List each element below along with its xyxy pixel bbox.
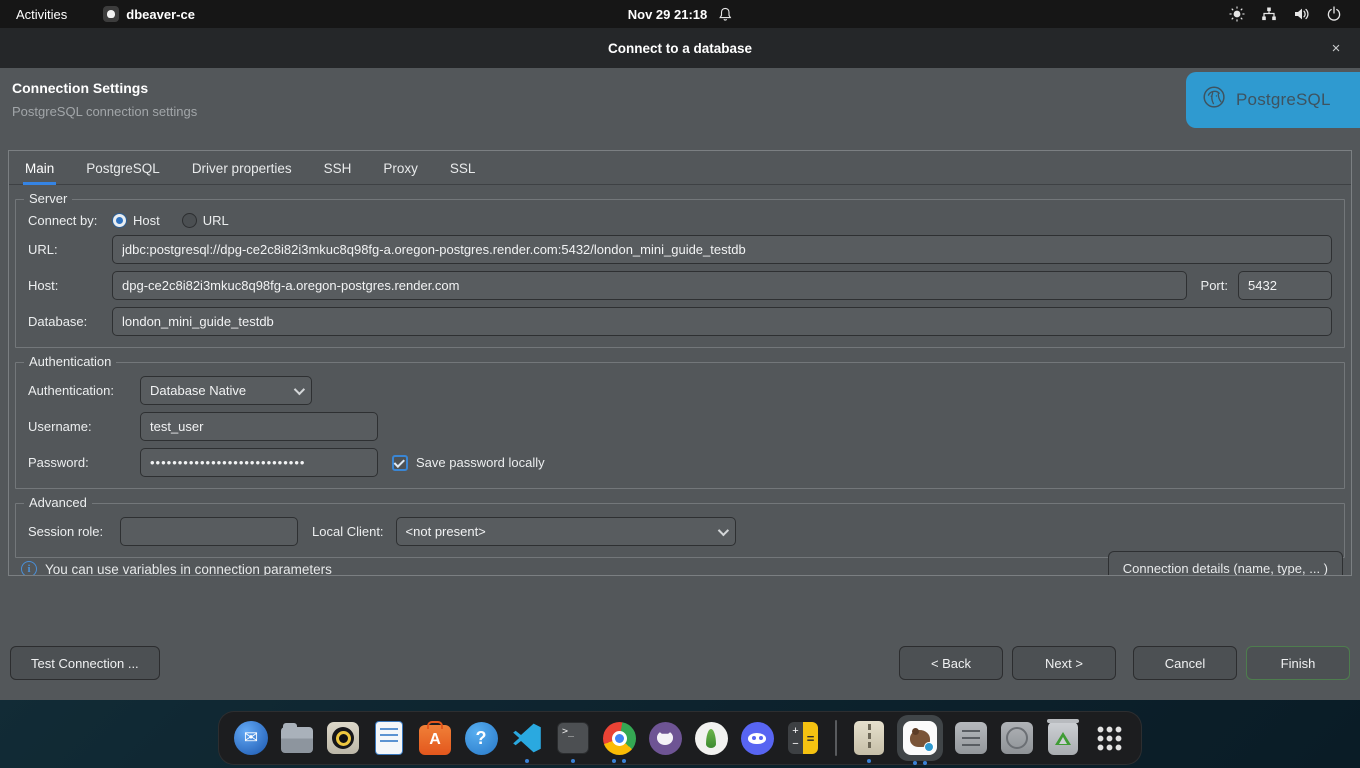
authentication-group-legend: Authentication <box>24 354 116 369</box>
info-row: i You can use variables in connection pa… <box>21 561 332 576</box>
dialog-title: Connect to a database <box>608 41 752 56</box>
power-icon <box>1326 6 1342 22</box>
close-icon[interactable]: × <box>1324 36 1348 60</box>
trash-icon[interactable] <box>1045 720 1081 756</box>
chrome-icon[interactable] <box>601 720 637 756</box>
files-icon[interactable] <box>279 720 315 756</box>
tab-driver-properties[interactable]: Driver properties <box>190 154 294 184</box>
authentication-dropdown-value: Database Native <box>150 383 246 398</box>
back-button[interactable]: < Back <box>899 646 1003 680</box>
preferences-icon[interactable] <box>953 720 989 756</box>
github-desktop-icon[interactable] <box>647 720 683 756</box>
dialog-button-bar: Test Connection ... < Back Next > Cancel… <box>0 634 1360 700</box>
host-label: Host: <box>28 278 112 293</box>
connect-to-database-dialog: Connect to a database × Connection Setti… <box>0 28 1360 700</box>
dock-separator <box>835 720 837 756</box>
info-text: You can use variables in connection para… <box>45 562 332 577</box>
database-input[interactable] <box>112 307 1332 336</box>
page-subtitle: PostgreSQL connection settings <box>12 104 1360 119</box>
dialog-header: Connection Settings PostgreSQL connectio… <box>0 68 1360 140</box>
discord-icon[interactable] <box>739 720 775 756</box>
dock: ✉ A ? >_ +−= <box>218 711 1142 765</box>
ubuntu-software-icon[interactable]: A <box>417 720 453 756</box>
radio-host-label[interactable]: Host <box>133 213 160 228</box>
focused-app-menu[interactable]: dbeaver-ce <box>103 6 195 22</box>
tab-postgresql[interactable]: PostgreSQL <box>84 154 162 184</box>
vscode-icon[interactable] <box>509 720 545 756</box>
server-group: Server Connect by: Host URL URL: Host: P… <box>15 199 1345 348</box>
postgresql-badge-label: PostgreSQL <box>1236 90 1331 110</box>
tab-ssh[interactable]: SSH <box>322 154 354 184</box>
app-grid-icon[interactable] <box>1091 720 1127 756</box>
local-client-label: Local Client: <box>312 524 384 539</box>
top-bar: Activities dbeaver-ce Nov 29 21:18 <box>0 0 1360 28</box>
page-title: Connection Settings <box>12 80 1360 96</box>
port-input[interactable] <box>1238 271 1332 300</box>
username-input[interactable] <box>140 412 378 441</box>
connect-by-label: Connect by: <box>28 213 112 228</box>
save-password-label[interactable]: Save password locally <box>416 455 545 470</box>
archive-manager-icon[interactable] <box>851 720 887 756</box>
activities-button[interactable]: Activities <box>16 7 67 22</box>
finish-button[interactable]: Finish <box>1246 646 1350 680</box>
tab-bar: Main PostgreSQL Driver properties SSH Pr… <box>9 151 1351 185</box>
url-input[interactable] <box>112 235 1332 264</box>
host-input[interactable] <box>112 271 1187 300</box>
dialog-titlebar: Connect to a database × <box>0 28 1360 68</box>
authentication-group: Authentication Authentication: Database … <box>15 362 1345 489</box>
dbeaver-icon[interactable] <box>897 715 943 761</box>
password-label: Password: <box>28 455 140 470</box>
password-input[interactable] <box>140 448 378 477</box>
system-status-area[interactable] <box>1229 6 1360 22</box>
postgresql-logo-badge: PostgreSQL <box>1186 72 1360 128</box>
dbeaver-mini-icon <box>103 6 119 22</box>
rhythmbox-icon[interactable] <box>325 720 361 756</box>
dialog-content: Main PostgreSQL Driver properties SSH Pr… <box>0 140 1360 634</box>
clock-text: Nov 29 21:18 <box>628 7 708 22</box>
brightness-icon <box>1229 6 1245 22</box>
url-label: URL: <box>28 242 112 257</box>
database-label: Database: <box>28 314 112 329</box>
username-label: Username: <box>28 419 140 434</box>
libreoffice-writer-icon[interactable] <box>371 720 407 756</box>
terminal-icon[interactable]: >_ <box>555 720 591 756</box>
chevron-down-icon <box>717 524 728 535</box>
local-client-dropdown-value: <not present> <box>406 524 486 539</box>
postgresql-elephant-icon <box>1200 83 1230 118</box>
focused-app-name: dbeaver-ce <box>126 7 195 22</box>
help-icon[interactable]: ? <box>463 720 499 756</box>
advanced-group-legend: Advanced <box>24 495 92 510</box>
test-connection-button[interactable]: Test Connection ... <box>10 646 160 680</box>
port-label: Port: <box>1201 278 1228 293</box>
info-icon: i <box>21 561 37 576</box>
desktop: ✉ A ? >_ +−= <box>0 711 1360 768</box>
thunderbird-icon[interactable]: ✉ <box>233 720 269 756</box>
disks-icon[interactable] <box>999 720 1035 756</box>
session-role-input[interactable] <box>120 517 298 546</box>
local-client-dropdown[interactable]: <not present> <box>396 517 736 546</box>
clock-menu[interactable]: Nov 29 21:18 <box>628 7 733 22</box>
mongodb-compass-icon[interactable] <box>693 720 729 756</box>
cancel-button[interactable]: Cancel <box>1133 646 1237 680</box>
connection-details-button[interactable]: Connection details (name, type, ... ) <box>1108 551 1343 576</box>
chevron-down-icon <box>294 383 305 394</box>
radio-connect-by-host[interactable] <box>112 213 127 228</box>
authentication-label: Authentication: <box>28 383 140 398</box>
volume-icon <box>1293 6 1310 22</box>
tab-proxy[interactable]: Proxy <box>381 154 420 184</box>
connection-settings-panel: Main PostgreSQL Driver properties SSH Pr… <box>8 150 1352 576</box>
authentication-dropdown[interactable]: Database Native <box>140 376 312 405</box>
tab-main[interactable]: Main <box>23 154 56 184</box>
tab-ssl[interactable]: SSL <box>448 154 478 184</box>
notification-bell-icon <box>717 7 732 22</box>
server-group-legend: Server <box>24 191 72 206</box>
radio-url-label[interactable]: URL <box>203 213 229 228</box>
calculator-icon[interactable]: +−= <box>785 720 821 756</box>
session-role-label: Session role: <box>28 524 120 539</box>
advanced-group: Advanced Session role: Local Client: <no… <box>15 503 1345 558</box>
next-button[interactable]: Next > <box>1012 646 1116 680</box>
radio-connect-by-url[interactable] <box>182 213 197 228</box>
network-icon <box>1261 6 1277 22</box>
save-password-checkbox[interactable] <box>392 455 408 471</box>
